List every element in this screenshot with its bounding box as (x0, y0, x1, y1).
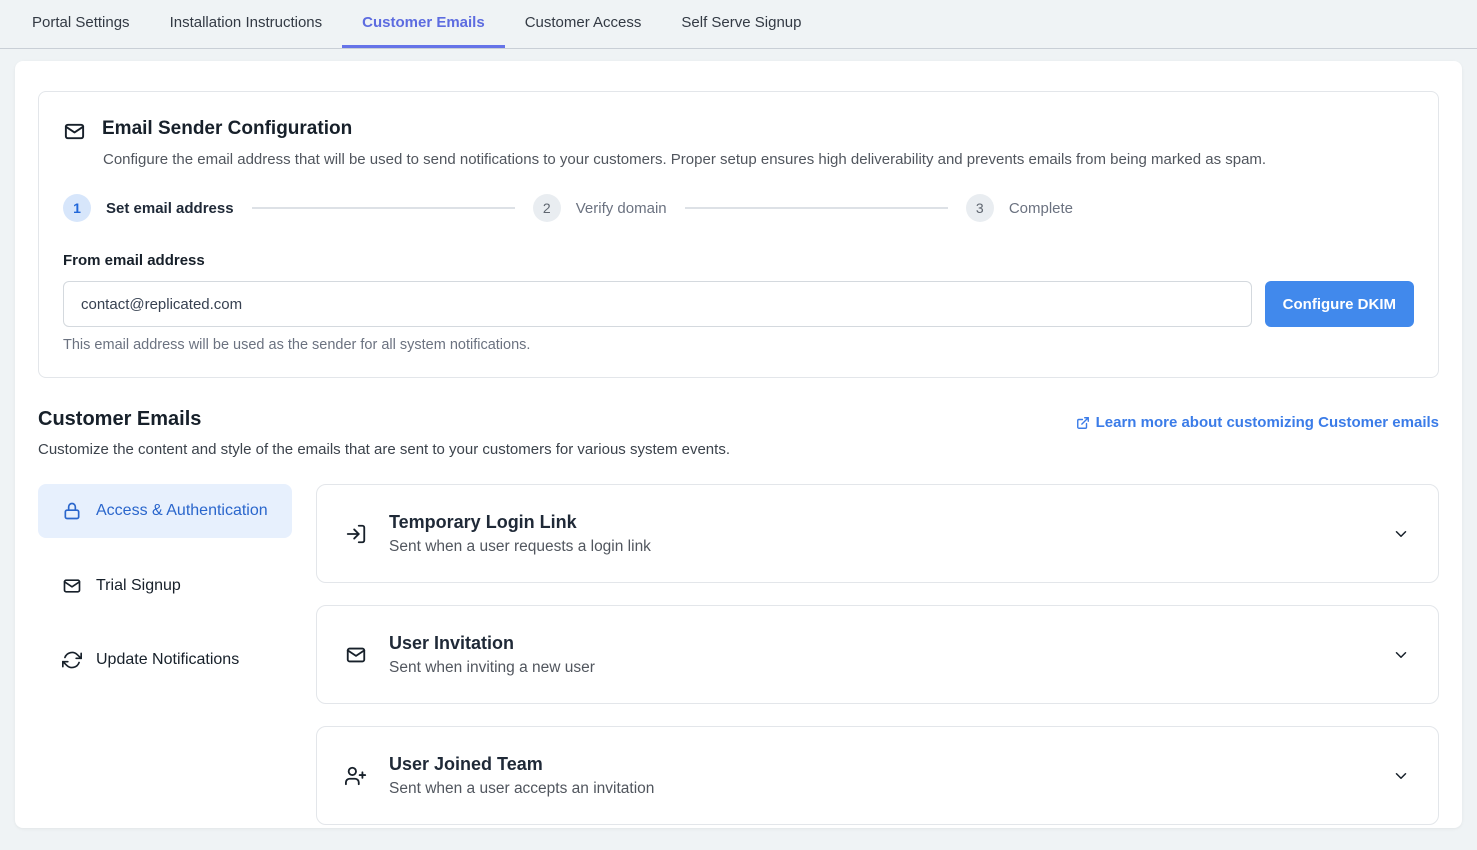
email-template-list: Temporary Login Link Sent when a user re… (316, 484, 1439, 847)
tab-self-serve-signup[interactable]: Self Serve Signup (661, 0, 821, 48)
stepper-connector (252, 207, 515, 209)
customer-emails-section-title: Customer Emails (38, 408, 201, 431)
email-card-subtitle: Sent when a user accepts an invitation (389, 780, 1392, 798)
sidebar-item-label: Update Notifications (96, 648, 239, 672)
email-card-user-joined-team[interactable]: User Joined Team Sent when a user accept… (316, 726, 1439, 825)
sidebar-item-label: Access & Authentication (96, 499, 268, 523)
chevron-down-icon[interactable] (1392, 767, 1410, 785)
customer-emails-panel: Email Sender Configuration Configure the… (15, 61, 1462, 828)
sidebar-item-label: Trial Signup (96, 574, 181, 598)
sender-config-title: Email Sender Configuration (102, 118, 352, 140)
email-card-subtitle: Sent when a user requests a login link (389, 538, 1392, 556)
email-category-nav: Access & Authentication Trial Signup Upd… (38, 484, 292, 847)
refresh-icon (62, 650, 82, 670)
email-card-user-invitation[interactable]: User Invitation Sent when inviting a new… (316, 605, 1439, 704)
email-card-title: User Invitation (389, 633, 1392, 654)
step-label: Verify domain (576, 200, 667, 217)
tab-customer-access[interactable]: Customer Access (505, 0, 662, 48)
email-setup-stepper: 1 Set email address 2 Verify domain 3 Co… (63, 194, 1073, 222)
email-card-temporary-login-link[interactable]: Temporary Login Link Sent when a user re… (316, 484, 1439, 583)
step-complete: 3 Complete (966, 194, 1073, 222)
email-helper-text: This email address will be used as the s… (63, 337, 1414, 353)
email-card-title: User Joined Team (389, 754, 1392, 775)
configure-dkim-button[interactable]: Configure DKIM (1265, 281, 1414, 327)
step-set-email-address: 1 Set email address (63, 194, 234, 222)
mail-icon (62, 576, 82, 596)
step-label: Set email address (106, 200, 234, 217)
email-sender-configuration-card: Email Sender Configuration Configure the… (38, 91, 1439, 378)
settings-tab-bar: Portal Settings Installation Instruction… (0, 0, 1477, 49)
from-email-input[interactable] (63, 281, 1252, 327)
stepper-connector (685, 207, 948, 209)
user-plus-icon (345, 765, 367, 787)
tab-installation-instructions[interactable]: Installation Instructions (150, 0, 343, 48)
step-number-badge: 3 (966, 194, 994, 222)
learn-more-label: Learn more about customizing Customer em… (1096, 414, 1439, 431)
learn-more-link[interactable]: Learn more about customizing Customer em… (1076, 414, 1439, 431)
chevron-down-icon[interactable] (1392, 646, 1410, 664)
email-card-title: Temporary Login Link (389, 512, 1392, 533)
chevron-down-icon[interactable] (1392, 525, 1410, 543)
login-icon (345, 523, 367, 545)
sidebar-item-access-authentication[interactable]: Access & Authentication (38, 484, 292, 538)
step-label: Complete (1009, 200, 1073, 217)
step-number-badge: 1 (63, 194, 91, 222)
lock-icon (62, 501, 82, 521)
customer-emails-section-description: Customize the content and style of the e… (38, 441, 1439, 458)
tab-customer-emails[interactable]: Customer Emails (342, 0, 505, 48)
from-email-label: From email address (63, 252, 1414, 269)
step-number-badge: 2 (533, 194, 561, 222)
external-link-icon (1076, 416, 1090, 430)
sidebar-item-trial-signup[interactable]: Trial Signup (38, 560, 292, 612)
mail-icon (63, 120, 86, 143)
step-verify-domain: 2 Verify domain (533, 194, 667, 222)
sidebar-item-update-notifications[interactable]: Update Notifications (38, 634, 292, 686)
sender-config-description: Configure the email address that will be… (103, 151, 1414, 168)
email-card-subtitle: Sent when inviting a new user (389, 659, 1392, 677)
mail-icon (345, 644, 367, 666)
tab-portal-settings[interactable]: Portal Settings (12, 0, 150, 48)
